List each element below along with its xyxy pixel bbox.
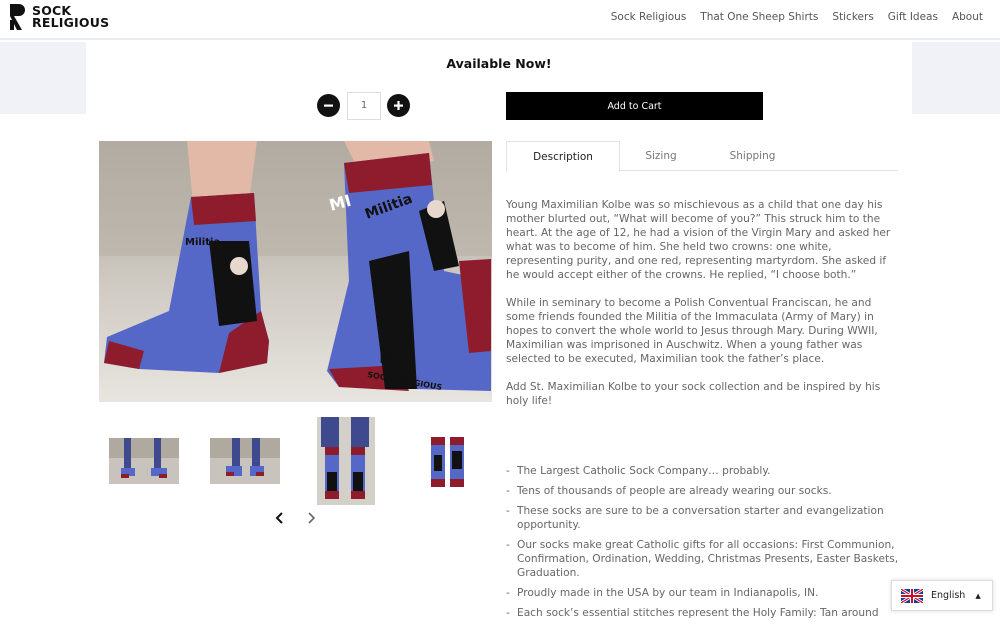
quantity-input[interactable]: 1 xyxy=(347,92,381,120)
feature-item-5: Proudly made in the USA by our team in I… xyxy=(506,586,901,600)
feature-item-2: Tens of thousands of people are already … xyxy=(506,484,901,498)
uk-flag-icon xyxy=(901,588,923,603)
description-paragraph-2: While in seminary to become a Polish Con… xyxy=(506,297,878,365)
description-paragraph-3: Add St. Maximilian Kolbe to your sock co… xyxy=(506,381,881,407)
gallery-prev-button[interactable] xyxy=(275,512,285,527)
sock-militia-text-left: Militia xyxy=(185,237,220,248)
tab-shipping[interactable]: Shipping xyxy=(706,141,799,171)
sock-r-text: R xyxy=(379,347,393,368)
plus-icon xyxy=(394,101,403,110)
product-main-image[interactable]: Militia MI Militia R SOCK RELIGIOUS xyxy=(99,141,492,402)
thumbnail-image-4 xyxy=(428,435,468,491)
product-panel: Available Now! 1 Add to Cart Militia MI … xyxy=(86,42,912,620)
product-tabs: Description Sizing Shipping xyxy=(506,141,898,172)
gallery-next-button[interactable] xyxy=(306,512,316,527)
thumbnail-image-1 xyxy=(109,438,179,484)
availability-text: Available Now! xyxy=(446,56,552,71)
chevron-right-icon xyxy=(308,512,316,524)
nav-that-one-sheep-shirts[interactable]: That One Sheep Shirts xyxy=(700,11,818,23)
feature-item-4: Our socks make great Catholic gifts for … xyxy=(506,538,901,580)
product-thumbnail-2[interactable] xyxy=(210,438,280,484)
logo-mark-icon xyxy=(10,4,25,30)
sock-photo-illustration: Militia MI Militia R SOCK RELIGIOUS xyxy=(99,141,492,402)
nav-gift-ideas[interactable]: Gift Ideas xyxy=(888,11,938,23)
quantity-decrease-button[interactable] xyxy=(317,94,340,117)
thumbnail-image-2 xyxy=(210,438,280,484)
feature-item-1: The Largest Catholic Sock Company… proba… xyxy=(506,464,901,478)
feature-list: The Largest Catholic Sock Company… proba… xyxy=(506,464,901,626)
minus-icon xyxy=(324,104,333,107)
top-bar: SOCK RELIGIOUS Sock Religious That One S… xyxy=(0,0,1000,40)
add-to-cart-button[interactable]: Add to Cart xyxy=(506,92,763,120)
logo-text-line2: RELIGIOUS xyxy=(32,15,110,30)
feature-item-3: These socks are sure to be a conversatio… xyxy=(506,504,901,532)
main-nav: Sock Religious That One Sheep Shirts Sti… xyxy=(611,11,983,23)
caret-up-icon: ▲ xyxy=(975,591,981,600)
feature-item-6: Each sock’s essential stitches represent… xyxy=(506,606,901,620)
tab-description[interactable]: Description xyxy=(506,141,620,172)
quantity-increase-button[interactable] xyxy=(387,94,410,117)
nav-stickers[interactable]: Stickers xyxy=(832,11,873,23)
tab-sizing[interactable]: Sizing xyxy=(624,141,698,171)
thumbnail-image-3 xyxy=(317,417,375,505)
product-thumbnail-1[interactable] xyxy=(109,438,179,484)
chevron-left-icon xyxy=(275,512,283,524)
language-label: English xyxy=(931,590,966,601)
product-thumbnail-4[interactable] xyxy=(428,435,468,491)
language-selector[interactable]: English ▲ xyxy=(891,580,993,611)
nav-about[interactable]: About xyxy=(952,11,983,23)
nav-sock-religious[interactable]: Sock Religious xyxy=(611,11,687,23)
product-thumbnail-3[interactable] xyxy=(317,417,375,505)
description-paragraph-1: Young Maximilian Kolbe was so mischievou… xyxy=(506,199,891,281)
logo-text: SOCK RELIGIOUS xyxy=(32,4,110,30)
site-logo[interactable]: SOCK RELIGIOUS xyxy=(8,2,109,32)
description-text: Young Maximilian Kolbe was so mischievou… xyxy=(506,198,901,422)
